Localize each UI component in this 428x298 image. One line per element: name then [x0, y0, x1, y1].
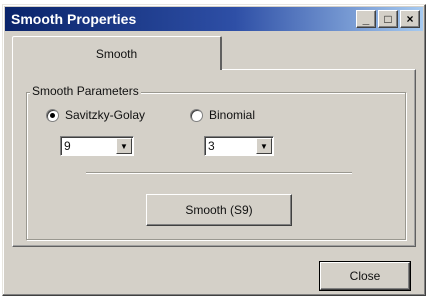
savitzky-golay-window-select[interactable]: 9 ▼	[60, 136, 134, 156]
close-button[interactable]: Close	[319, 261, 411, 291]
smooth-button[interactable]: Smooth (S9)	[146, 194, 292, 226]
radio-binomial-indicator[interactable]	[190, 108, 203, 122]
close-button-label: Close	[349, 269, 381, 283]
smooth-button-label: Smooth (S9)	[185, 203, 253, 217]
maximize-icon: □	[384, 12, 392, 26]
close-icon: ×	[406, 12, 414, 26]
tab-smooth[interactable]: Smooth	[12, 36, 222, 70]
minimize-button[interactable]: _	[356, 10, 376, 28]
radio-savitzky-golay-label: Savitzky-Golay	[65, 108, 146, 122]
minimize-icon: _	[362, 12, 370, 26]
savitzky-golay-window-value: 9	[64, 139, 71, 153]
title-bar[interactable]: Smooth Properties _ □ ×	[5, 7, 423, 31]
radio-binomial[interactable]: Binomial	[190, 108, 255, 122]
binomial-passes-select[interactable]: 3 ▼	[204, 136, 274, 156]
tab-smooth-label: Smooth	[95, 46, 138, 61]
close-window-button[interactable]: ×	[400, 10, 420, 28]
window-title: Smooth Properties	[11, 11, 137, 27]
smooth-parameters-legend: Smooth Parameters	[30, 84, 141, 98]
title-bar-controls: _ □ ×	[356, 10, 420, 28]
radio-binomial-label: Binomial	[209, 108, 256, 122]
chevron-down-icon[interactable]: ▼	[116, 138, 132, 154]
radio-savitzky-golay[interactable]: Savitzky-Golay	[46, 108, 145, 122]
chevron-down-icon[interactable]: ▼	[256, 138, 272, 154]
radio-savitzky-golay-indicator[interactable]	[46, 108, 59, 122]
group-separator	[86, 172, 352, 174]
binomial-passes-value: 3	[208, 139, 215, 153]
maximize-button[interactable]: □	[378, 10, 398, 28]
